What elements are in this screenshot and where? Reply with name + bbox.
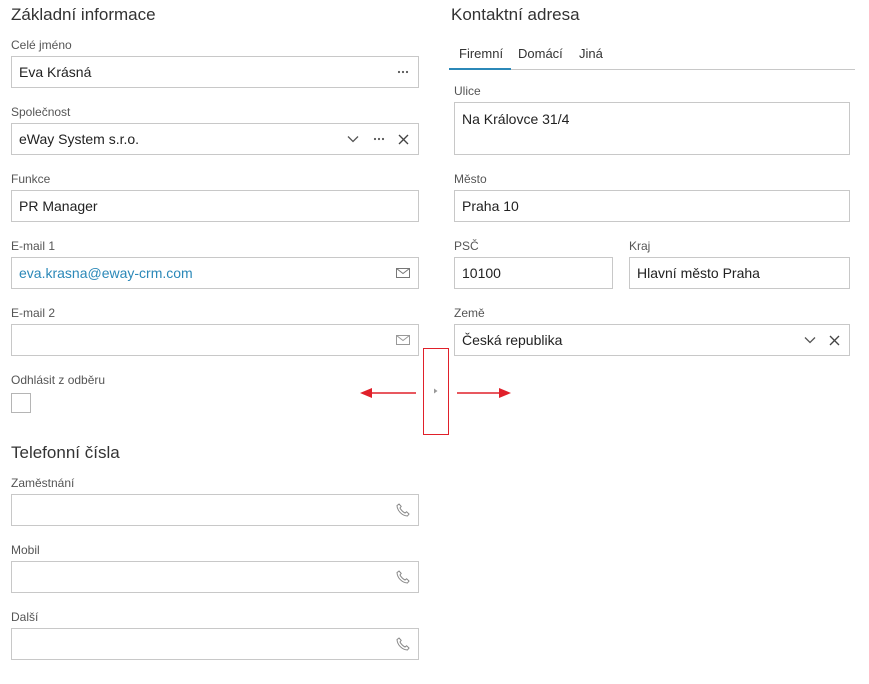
phone-icon[interactable] <box>394 495 412 525</box>
phone-icon[interactable] <box>394 629 412 659</box>
tab-other-address[interactable]: Jiná <box>579 40 603 68</box>
city-label: Město <box>454 172 487 186</box>
company-field[interactable]: eWay System s.r.o. <box>11 123 419 155</box>
other-phone-label: Další <box>11 610 39 624</box>
region-value: Hlavní město Praha <box>637 265 760 281</box>
street-field[interactable]: Na Královce 31/4 <box>454 102 850 155</box>
address-title: Kontaktní adresa <box>451 5 580 24</box>
region-field[interactable]: Hlavní město Praha <box>629 257 850 289</box>
company-label: Společnost <box>11 105 71 119</box>
country-value: Česká republika <box>462 332 563 348</box>
work-phone-field[interactable] <box>11 494 419 526</box>
country-field[interactable]: Česká republika <box>454 324 850 356</box>
zip-value: 10100 <box>462 265 501 281</box>
mail-icon[interactable] <box>394 325 412 355</box>
full-name-field[interactable]: Eva Krásná <box>11 56 419 88</box>
chevron-down-icon[interactable] <box>344 124 362 154</box>
email1-value[interactable]: eva.krasna@eway-crm.com <box>19 258 193 288</box>
street-value: Na Královce 31/4 <box>462 111 570 127</box>
email1-label: E-mail 1 <box>11 239 56 253</box>
close-icon[interactable] <box>825 325 843 355</box>
country-label: Země <box>454 306 485 320</box>
splitter-arrow-icon[interactable] <box>432 387 440 395</box>
email1-field[interactable]: eva.krasna@eway-crm.com <box>11 257 419 289</box>
email2-field[interactable] <box>11 324 419 356</box>
region-label: Kraj <box>629 239 651 253</box>
full-name-value: Eva Krásná <box>19 64 92 80</box>
company-value: eWay System s.r.o. <box>19 131 140 147</box>
email2-label: E-mail 2 <box>11 306 56 320</box>
other-phone-field[interactable] <box>11 628 419 660</box>
mobile-phone-field[interactable] <box>11 561 419 593</box>
left-arrow-annotation <box>360 388 416 398</box>
phones-title: Telefonní čísla <box>11 443 120 462</box>
full-name-label: Celé jméno <box>11 38 72 52</box>
unsubscribe-label: Odhlásit z odběru <box>11 373 106 387</box>
function-label: Funkce <box>11 172 51 186</box>
active-tab-indicator <box>449 68 511 70</box>
right-arrow-annotation <box>457 388 511 398</box>
chevron-down-icon[interactable] <box>801 325 819 355</box>
phone-icon[interactable] <box>394 562 412 592</box>
mail-icon[interactable] <box>394 258 412 288</box>
work-phone-label: Zaměstnání <box>11 476 75 490</box>
city-value: Praha 10 <box>462 198 519 214</box>
city-field[interactable]: Praha 10 <box>454 190 850 222</box>
tab-home-address[interactable]: Domácí <box>518 40 563 68</box>
more-icon[interactable] <box>394 57 412 87</box>
function-value: PR Manager <box>19 198 98 214</box>
close-icon[interactable] <box>394 124 412 154</box>
unsubscribe-checkbox[interactable] <box>11 393 31 413</box>
mobile-phone-label: Mobil <box>11 543 40 557</box>
tab-company-address[interactable]: Firemní <box>459 40 503 68</box>
street-label: Ulice <box>454 84 481 98</box>
more-icon[interactable] <box>370 124 388 154</box>
function-field[interactable]: PR Manager <box>11 190 419 222</box>
zip-label: PSČ <box>454 239 479 253</box>
zip-field[interactable]: 10100 <box>454 257 613 289</box>
basic-info-title: Základní informace <box>11 5 156 24</box>
panel-splitter-highlight[interactable] <box>423 348 449 435</box>
